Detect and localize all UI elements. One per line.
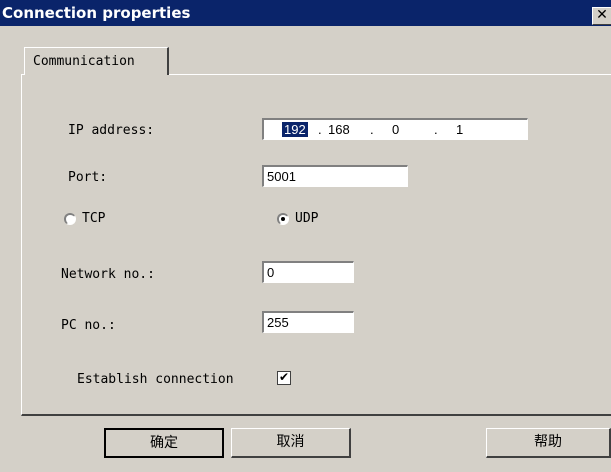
tcp-radio[interactable] bbox=[64, 213, 76, 225]
udp-radio[interactable] bbox=[277, 213, 289, 225]
ip-separator: . bbox=[370, 122, 374, 137]
establish-connection-label: Establish connection bbox=[77, 372, 234, 387]
port-field[interactable]: 5001 bbox=[262, 165, 408, 187]
port-label: Port: bbox=[68, 170, 108, 185]
cancel-button[interactable]: 取消 bbox=[231, 428, 351, 458]
ip-separator: . bbox=[318, 122, 322, 137]
checkmark-icon: ✔ bbox=[278, 370, 290, 384]
close-icon: ✕ bbox=[596, 7, 608, 23]
tab-label: Communication bbox=[33, 54, 135, 69]
ip-octet-1[interactable]: 192 bbox=[282, 122, 308, 137]
tcp-label: TCP bbox=[82, 211, 106, 226]
ip-octet-2[interactable]: 168 bbox=[328, 122, 350, 137]
network-no-field[interactable]: 0 bbox=[262, 261, 354, 283]
help-button[interactable]: 帮助 bbox=[486, 428, 611, 458]
radio-selected-dot bbox=[281, 217, 285, 221]
ip-address-field[interactable]: 192 . 168 . 0 . 1 bbox=[262, 118, 528, 140]
network-no-label: Network no.: bbox=[61, 267, 155, 282]
pc-no-label: PC no.: bbox=[61, 318, 116, 333]
connection-properties-dialog: Connection properties ✕ Communication IP… bbox=[0, 0, 611, 472]
close-button[interactable]: ✕ bbox=[592, 7, 611, 25]
ip-address-label: IP address: bbox=[68, 123, 155, 138]
establish-connection-checkbox[interactable]: ✔ bbox=[277, 371, 291, 385]
tab-communication[interactable]: Communication bbox=[24, 47, 169, 75]
ok-button[interactable]: 确定 bbox=[104, 428, 224, 458]
ip-separator: . bbox=[434, 122, 438, 137]
pc-no-field[interactable]: 255 bbox=[262, 311, 354, 333]
ip-octet-3[interactable]: 0 bbox=[392, 122, 399, 137]
title-bar: Connection properties ✕ bbox=[0, 0, 611, 26]
window-title: Connection properties bbox=[2, 4, 191, 22]
udp-label: UDP bbox=[295, 211, 319, 226]
ip-octet-4[interactable]: 1 bbox=[456, 122, 463, 137]
